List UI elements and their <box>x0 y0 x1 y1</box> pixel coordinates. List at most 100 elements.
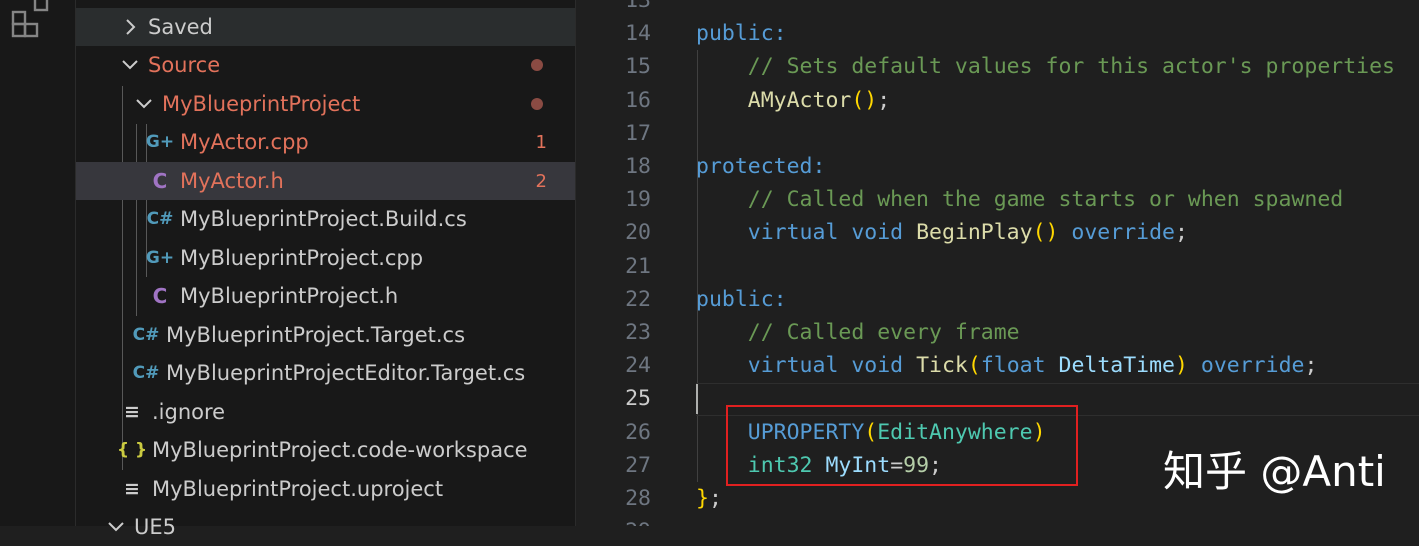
tree-item-ue5[interactable]: UE5 <box>76 508 575 546</box>
line-number: 28 <box>625 486 651 511</box>
code-text[interactable]: public: <box>696 283 787 316</box>
tree-item-myblueprintproject-h[interactable]: C MyBlueprintProject.h <box>76 277 575 315</box>
tree-item-label: MyBlueprintProjectEditor.Target.cs <box>166 361 526 385</box>
line-number: 26 <box>625 419 651 445</box>
text-file-icon: ≡ <box>124 478 140 500</box>
code-token: } <box>696 486 709 511</box>
line-number: 18 <box>625 154 651 179</box>
code-line[interactable]: 21 <box>576 250 1419 283</box>
tree-item-myblueprintprojecteditor-target-cs[interactable]: C# MyBlueprintProjectEditor.Target.cs <box>76 354 575 392</box>
tree-item-label: MyBlueprintProject.Build.cs <box>180 207 467 231</box>
explorer-sidebar: Saved Source MyBlueprintProject G+ MyActor.c… <box>76 0 576 539</box>
watermark: 知乎 @Anti <box>1163 447 1386 496</box>
code-token: public: <box>696 21 787 47</box>
tree-item-label: MyBlueprintProject.code-workspace <box>152 438 528 462</box>
tree-item-label: MyBlueprintProject.cpp <box>180 246 424 270</box>
annotation-highlight-box <box>726 405 1078 486</box>
code-token: // Sets default values for this actor's … <box>747 54 1395 80</box>
code-text[interactable]: // Called every frame <box>696 316 1020 349</box>
tree-item-label: MyBlueprintProject <box>162 92 361 116</box>
problem-count-badge: 1 <box>535 131 547 153</box>
code-token: virtual <box>747 220 839 246</box>
line-number: 23 <box>625 320 651 345</box>
tree-item-label: MyBlueprintProject.Target.cs <box>166 323 466 347</box>
code-text[interactable]: virtual void BeginPlay() override; <box>696 216 1188 249</box>
line-number: 22 <box>625 286 651 312</box>
code-token: ; <box>1174 220 1188 246</box>
code-text[interactable]: // Sets default values for this actor's … <box>696 50 1395 83</box>
json-file-icon: { } <box>116 440 148 460</box>
line-number: 13 <box>625 0 651 13</box>
cpp-file-icon: G+ <box>145 132 175 152</box>
tree-item-myblueprintproject[interactable]: MyBlueprintProject <box>76 85 575 123</box>
tree-item-myblueprintproject-cpp[interactable]: G+ MyBlueprintProject.cpp <box>76 239 575 277</box>
cpp-file-icon: G+ <box>145 248 175 268</box>
extensions-icon[interactable] <box>10 0 54 40</box>
code-text[interactable]: // Called when the game starts or when s… <box>696 183 1343 216</box>
line-number: 29 <box>576 515 651 526</box>
code-line[interactable]: 16 AMyActor(); <box>576 84 1419 117</box>
tree-item-ignore[interactable]: ≡ .ignore <box>76 393 575 431</box>
code-token: // Called when the game starts or when s… <box>747 187 1344 213</box>
tree-item-label: Source <box>148 53 221 77</box>
code-token: () <box>851 87 878 113</box>
code-line[interactable]: 29 <box>576 515 1419 526</box>
code-token: Tick <box>916 353 968 379</box>
header-file-icon: C <box>152 284 168 308</box>
chevron-right-icon[interactable] <box>120 17 140 37</box>
code-token: override <box>1200 353 1305 379</box>
tree-item-myactor-cpp[interactable]: G+ MyActor.cpp 1 <box>76 123 575 161</box>
code-token: void <box>851 353 904 379</box>
code-text[interactable]: AMyActor(); <box>696 84 890 117</box>
chevron-down-icon[interactable] <box>120 55 140 75</box>
tree-item-myblueprintproject-code-workspace[interactable]: { } MyBlueprintProject.code-workspace <box>76 431 575 469</box>
activity-bar <box>0 0 76 526</box>
code-line[interactable]: 24 virtual void Tick(float DeltaTime) ov… <box>576 349 1419 382</box>
code-line[interactable]: 19 // Called when the game starts or whe… <box>576 183 1419 216</box>
code-line[interactable]: 17 <box>576 117 1419 150</box>
code-text[interactable]: protected: <box>696 150 825 183</box>
code-line[interactable]: 22 public: <box>576 283 1419 316</box>
code-line[interactable]: 23 // Called every frame <box>576 316 1419 349</box>
code-line[interactable]: 13 <box>576 0 1419 17</box>
tree-item-myblueprintproject-target-cs[interactable]: C# MyBlueprintProject.Target.cs <box>76 316 575 354</box>
code-token: ) <box>1175 353 1188 379</box>
code-token: BeginPlay <box>916 220 1033 246</box>
code-token: override <box>1071 220 1175 246</box>
problem-count-badge: 2 <box>535 170 547 192</box>
line-number: 15 <box>625 54 651 80</box>
tree-item-label: MyActor.cpp <box>180 130 309 154</box>
tree-item-source[interactable]: Source <box>76 46 575 84</box>
chevron-down-icon[interactable] <box>134 94 154 114</box>
chevron-down-icon[interactable] <box>106 517 126 537</box>
csharp-file-icon: C# <box>132 325 160 345</box>
tree-item-label: UE5 <box>134 515 176 539</box>
tree-item-label: Saved <box>148 15 213 39</box>
line-number: 16 <box>625 87 651 113</box>
code-token: float <box>980 353 1046 379</box>
code-token: () <box>1032 220 1059 246</box>
code-text[interactable]: }; <box>696 482 722 515</box>
tree-item-myactor-h[interactable]: C MyActor.h 2 <box>76 162 575 200</box>
code-line[interactable]: 18 protected: <box>576 150 1419 183</box>
tree-item-myblueprintproject-uproject[interactable]: ≡ MyBlueprintProject.uproject <box>76 470 575 508</box>
code-line[interactable]: 20 virtual void BeginPlay() override; <box>576 216 1419 249</box>
code-text[interactable]: virtual void Tick(float DeltaTime) overr… <box>696 349 1318 382</box>
code-line[interactable]: 14 public: <box>576 17 1419 50</box>
line-number: 24 <box>625 353 651 379</box>
code-text[interactable]: public: <box>696 17 787 50</box>
line-number: 14 <box>625 21 651 47</box>
tree-item-myblueprintproject-build-cs[interactable]: C# MyBlueprintProject.Build.cs <box>76 200 575 238</box>
tree-item-saved[interactable]: Saved <box>76 8 575 46</box>
modified-dot-icon <box>531 98 543 110</box>
code-line[interactable]: 15 // Sets default values for this actor… <box>576 50 1419 83</box>
